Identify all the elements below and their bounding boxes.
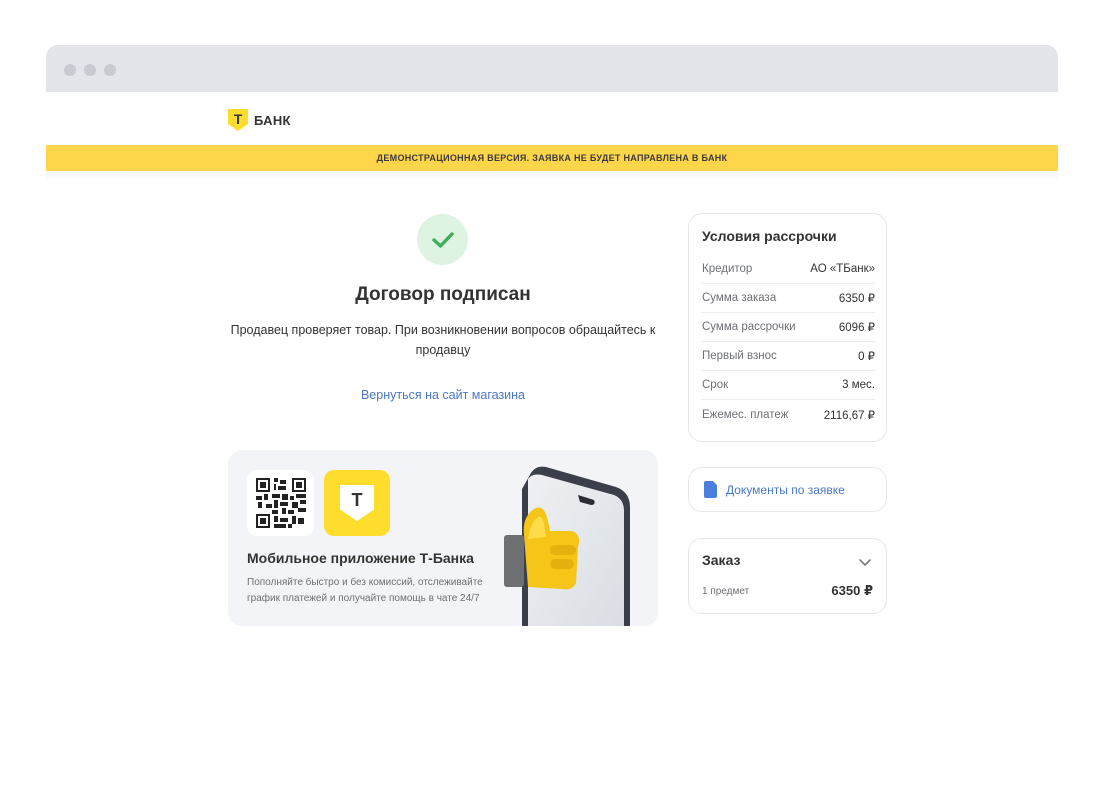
promo-description: Пополняйте быстро и без комиссий, отслеж… <box>247 577 483 604</box>
terms-row-value: 6350 ₽ <box>838 293 875 305</box>
terms-row: Кредитор АО «ТБанк» <box>702 255 875 284</box>
logo-text: БАНК <box>254 112 291 128</box>
installment-terms-card: Условия рассрочки Кредитор АО «ТБанк» Сум… <box>688 213 887 442</box>
tbank-app-icon[interactable]: Т <box>324 470 390 536</box>
terms-row: Ежемес. платеж 2116,67 ₽ <box>702 400 875 429</box>
terms-row: Сумма заказа 6350 ₽ <box>702 284 875 313</box>
tbank-shield-icon: Т <box>228 109 248 131</box>
documents-label: Документы по заявке <box>726 482 845 497</box>
phone-thumbs-up-illustration <box>504 466 630 626</box>
window-minimize-dot[interactable] <box>84 64 96 76</box>
window-maximize-dot[interactable] <box>104 64 116 76</box>
terms-row-value: АО «ТБанк» <box>810 263 875 275</box>
banner-shadow <box>46 171 1058 181</box>
terms-row-label: Сумма рассрочки <box>702 321 796 333</box>
demo-banner: ДЕМОНСТРАЦИОННАЯ ВЕРСИЯ. ЗАЯВКА НЕ БУДЕТ… <box>46 145 1058 171</box>
qr-code-icon <box>247 470 314 536</box>
app-letter: Т <box>351 490 363 510</box>
logo-letter: Т <box>233 111 243 127</box>
browser-toolbar <box>46 45 1058 92</box>
app-promo-card: Т Мобильное приложение Т-Банка Пополняйт… <box>228 450 658 626</box>
terms-row: Срок 3 мес. <box>702 371 875 400</box>
terms-row-label: Сумма заказа <box>702 292 777 304</box>
success-check-icon <box>417 214 468 265</box>
terms-row: Первый взнос 0 ₽ <box>702 342 875 371</box>
browser-window: Т БАНК ДЕМОНСТРАЦИОННАЯ ВЕРСИЯ. ЗАЯВКА Н… <box>46 45 1058 626</box>
terms-row-value: 3 мес. <box>842 379 875 391</box>
tbank-logo[interactable]: Т БАНК <box>228 109 291 131</box>
terms-row-value: 6096 ₽ <box>838 322 875 334</box>
terms-title: Условия рассрочки <box>702 228 837 244</box>
terms-row-label: Срок <box>702 379 729 391</box>
page-subtitle: Продавец проверяет товар. При возникнове… <box>230 323 656 357</box>
order-total: 6350 ₽ <box>831 583 873 598</box>
terms-row-value: 0 ₽ <box>858 351 875 363</box>
terms-row-label: Ежемес. платеж <box>702 408 789 421</box>
back-to-store-link[interactable]: Вернуться на сайт магазина <box>228 388 658 402</box>
terms-row-label: Первый взнос <box>702 350 777 362</box>
chevron-down-icon[interactable] <box>858 555 872 569</box>
app-shield-icon: Т <box>340 485 374 521</box>
order-item-count: 1 предмет <box>702 586 750 597</box>
order-title: Заказ <box>702 552 741 568</box>
promo-title: Мобильное приложение Т-Банка <box>247 550 474 566</box>
terms-row-label: Кредитор <box>702 263 753 275</box>
order-card[interactable]: Заказ 1 предмет 6350 ₽ <box>688 538 887 614</box>
page-title: Договор подписан <box>355 284 531 305</box>
document-icon <box>704 481 717 498</box>
terms-row: Сумма рассрочки 6096 ₽ <box>702 313 875 342</box>
terms-row-value: 2116,67 ₽ <box>823 409 875 422</box>
window-close-dot[interactable] <box>64 64 76 76</box>
documents-button[interactable]: Документы по заявке <box>688 467 887 512</box>
